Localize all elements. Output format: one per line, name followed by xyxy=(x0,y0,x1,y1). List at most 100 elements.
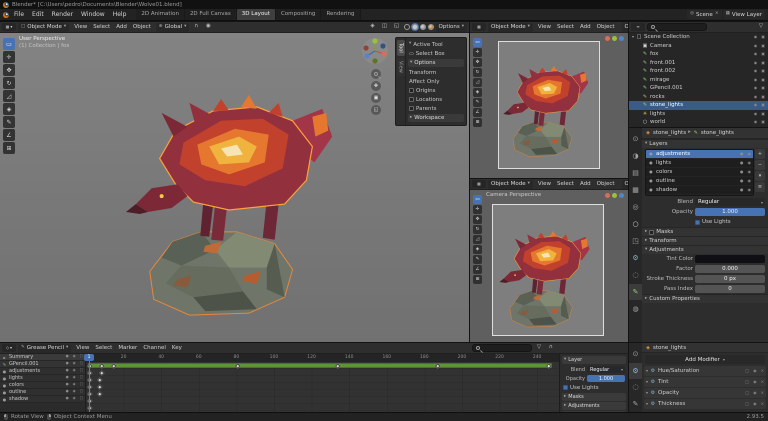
viewport-menu-item[interactable]: Add xyxy=(577,22,594,32)
world-properties-tab[interactable] xyxy=(629,216,642,232)
channel-mute-icon[interactable] xyxy=(64,390,69,394)
fox-on-rock-artwork[interactable] xyxy=(500,65,598,163)
perspective-toggle-button[interactable] xyxy=(371,105,381,115)
summary-keyframe-band[interactable] xyxy=(88,363,552,368)
hide-in-viewport-icon[interactable] xyxy=(752,78,758,82)
outliner-row[interactable]: world xyxy=(629,118,768,127)
breadcrumb-object-name[interactable]: stone_lights xyxy=(653,345,686,351)
viewport-menu-item[interactable]: Add xyxy=(577,179,594,189)
chevron-down-icon[interactable] xyxy=(646,369,648,373)
navigation-gizmo-mini[interactable] xyxy=(605,193,624,198)
editor-type-button[interactable] xyxy=(2,344,16,352)
layer-visibility-icon[interactable] xyxy=(746,170,752,174)
viewport-menu-item[interactable]: Add xyxy=(113,22,130,32)
checkbox[interactable] xyxy=(409,106,414,111)
modifier-remove-icon[interactable] xyxy=(759,369,764,373)
navigation-gizmo-mini[interactable] xyxy=(605,36,624,41)
layer-opacity-slider[interactable]: 1.000 xyxy=(587,375,625,382)
channel-visibility-icon[interactable] xyxy=(71,390,76,394)
mode-dropdown[interactable]: Object Mode xyxy=(18,22,70,32)
physics-properties-tab[interactable] xyxy=(629,267,642,283)
timeline-ruler[interactable]: 20 40 60 80 100 120 140 160 180 200 220 240 xyxy=(86,354,559,362)
blend-mode-dropdown[interactable]: Regular xyxy=(695,198,765,206)
active-tool-name[interactable]: Select Box xyxy=(408,49,464,58)
unlink-icon[interactable] xyxy=(715,12,719,17)
keyframe-diamond[interactable] xyxy=(87,369,93,375)
tool-button[interactable] xyxy=(3,64,15,76)
chevron-down-icon[interactable] xyxy=(646,391,648,395)
layer-visibility-icon[interactable] xyxy=(746,179,752,183)
hide-in-viewport-icon[interactable] xyxy=(752,69,758,73)
viewport-canvas-cam-bottom[interactable]: Camera Perspective xyxy=(470,190,628,342)
gp-layer-row[interactable]: outline xyxy=(646,177,753,186)
channel-lock-icon[interactable] xyxy=(78,383,83,387)
tool-button[interactable] xyxy=(473,195,482,204)
modifier-viewport-toggle[interactable] xyxy=(751,391,757,395)
modifier-edit-mode-toggle[interactable] xyxy=(743,402,749,406)
navigation-gizmo[interactable] xyxy=(361,37,389,65)
fox-on-rock-artwork[interactable] xyxy=(496,230,600,334)
options-dropdown[interactable]: Options xyxy=(621,179,628,189)
channel-mute-icon[interactable] xyxy=(64,383,69,387)
modifier-viewport-toggle[interactable] xyxy=(751,380,757,384)
sidebar-tab[interactable]: View xyxy=(396,57,405,76)
modifier-edit-mode-toggle[interactable] xyxy=(743,391,749,395)
viewport-menu-item[interactable]: View xyxy=(535,22,554,32)
modifier-remove-icon[interactable] xyxy=(759,391,764,395)
sidebar-tab[interactable]: Tool xyxy=(396,40,405,56)
channel-mute-icon[interactable] xyxy=(64,369,69,373)
tool-button[interactable] xyxy=(473,255,482,264)
modifier-properties-tab[interactable] xyxy=(629,362,642,379)
disable-in-render-icon[interactable] xyxy=(759,78,765,82)
channel-row[interactable]: Summary xyxy=(0,354,85,361)
workspace-tab[interactable]: 2D Animation xyxy=(136,9,185,20)
menu-item[interactable]: Window xyxy=(77,9,109,21)
blender-menu-icon[interactable] xyxy=(3,11,9,18)
outliner-row[interactable]: front.001 xyxy=(629,59,768,68)
modifier-viewport-toggle[interactable] xyxy=(751,402,757,406)
dope-sheet-menu-item[interactable]: Select xyxy=(92,343,115,353)
outliner-row[interactable]: lights xyxy=(629,110,768,119)
tool-button[interactable] xyxy=(3,142,15,154)
disable-in-render-icon[interactable] xyxy=(759,95,765,99)
hide-in-viewport-icon[interactable] xyxy=(752,52,758,56)
view-layer-properties-tab[interactable] xyxy=(629,182,642,198)
tool-button[interactable] xyxy=(473,88,482,97)
opacity-slider[interactable]: 1.000 xyxy=(695,208,765,216)
tool-button[interactable] xyxy=(473,118,482,127)
expand-icon[interactable] xyxy=(632,35,634,39)
channel-visibility-icon[interactable] xyxy=(71,355,76,359)
factor-slider[interactable]: 0.000 xyxy=(695,265,765,273)
channel-lock-icon[interactable] xyxy=(78,362,83,366)
editor-type-button[interactable] xyxy=(472,180,486,188)
xray-toggle[interactable] xyxy=(392,23,402,32)
dope-sheet-mode-dropdown[interactable]: Grease Pencil xyxy=(18,343,72,353)
disable-in-render-icon[interactable] xyxy=(759,52,765,56)
keyframe-diamond[interactable] xyxy=(97,376,103,382)
dope-sheet-menu-item[interactable]: View xyxy=(73,343,92,353)
disable-in-render-icon[interactable] xyxy=(759,61,765,65)
breadcrumb-data-name[interactable]: stone_lights xyxy=(701,130,734,136)
disable-in-render-icon[interactable] xyxy=(759,86,765,90)
outliner-filter-button[interactable] xyxy=(756,23,766,32)
transform-orientation-dropdown[interactable]: Global xyxy=(155,22,190,32)
disable-in-render-icon[interactable] xyxy=(759,69,765,73)
channel-lock-icon[interactable] xyxy=(78,397,83,401)
channel-lock-icon[interactable] xyxy=(78,355,83,359)
keyframe-diamond[interactable] xyxy=(87,404,93,410)
camera-view-button[interactable] xyxy=(371,93,381,103)
workspace-panel-header[interactable]: Workspace xyxy=(408,114,464,122)
tool-button[interactable] xyxy=(3,103,15,115)
outliner-row[interactable]: front.002 xyxy=(629,67,768,76)
modifier-remove-icon[interactable] xyxy=(759,380,764,384)
channel-row[interactable]: outline xyxy=(0,389,85,396)
chevron-down-icon[interactable] xyxy=(646,380,648,384)
keyframe-diamond[interactable] xyxy=(99,369,105,375)
object-data-properties-tab[interactable] xyxy=(629,396,642,412)
tool-button[interactable] xyxy=(473,78,482,87)
modifier-properties-tab[interactable] xyxy=(629,250,642,266)
chevron-down-icon[interactable] xyxy=(646,402,648,406)
modifier-row[interactable]: Opacity xyxy=(644,388,766,398)
keyframe-diamond[interactable] xyxy=(87,376,93,382)
use-lights-checkbox[interactable] xyxy=(695,219,700,225)
